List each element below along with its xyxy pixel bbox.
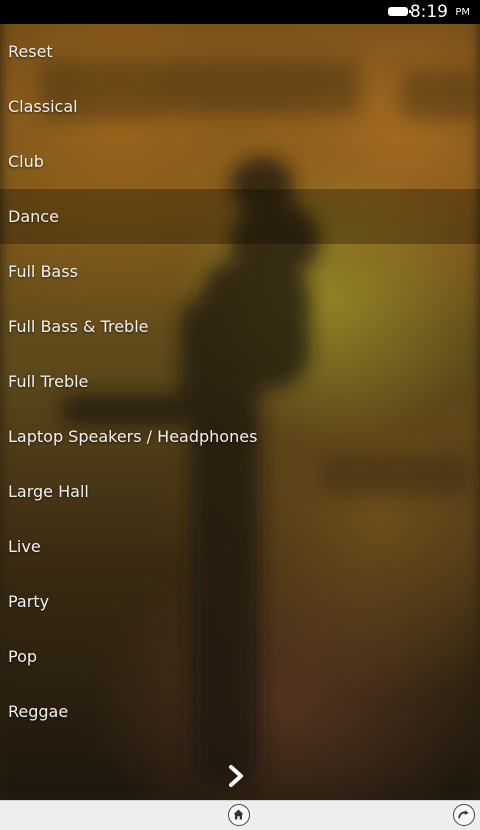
clock-ampm: PM <box>455 7 470 18</box>
preset-item-live[interactable]: Live <box>0 519 480 574</box>
preset-item-classical[interactable]: Classical <box>0 79 480 134</box>
preset-item-club[interactable]: Club <box>0 134 480 189</box>
battery-full-icon <box>388 7 411 16</box>
preset-item-party[interactable]: Party <box>0 574 480 629</box>
preset-item-pop[interactable]: Pop <box>0 629 480 684</box>
preset-item-reset[interactable]: Reset <box>0 24 480 79</box>
status-bar: 8:19 PM <box>0 0 480 24</box>
preset-item-dance[interactable]: Dance <box>0 189 480 244</box>
home-button[interactable] <box>228 804 250 826</box>
home-icon <box>233 809 244 820</box>
preset-item-large-hall[interactable]: Large Hall <box>0 464 480 519</box>
preset-item-full-bass-treble[interactable]: Full Bass & Treble <box>0 299 480 354</box>
preset-item-full-bass[interactable]: Full Bass <box>0 244 480 299</box>
equalizer-preset-list: Reset Classical Club Dance Full Bass Ful… <box>0 24 480 739</box>
rotate-button[interactable] <box>453 804 475 826</box>
preset-item-full-treble[interactable]: Full Treble <box>0 354 480 409</box>
clock-time: 8:19 <box>409 2 448 22</box>
rotate-icon <box>458 810 469 819</box>
system-navigation-bar <box>0 800 480 830</box>
preset-item-reggae[interactable]: Reggae <box>0 684 480 739</box>
chevron-right-icon[interactable] <box>226 764 248 788</box>
preset-item-laptop-speakers-headphones[interactable]: Laptop Speakers / Headphones <box>0 409 480 464</box>
equalizer-preset-screen: 8:19 PM Reset Classical Club Dance Full … <box>0 0 480 830</box>
